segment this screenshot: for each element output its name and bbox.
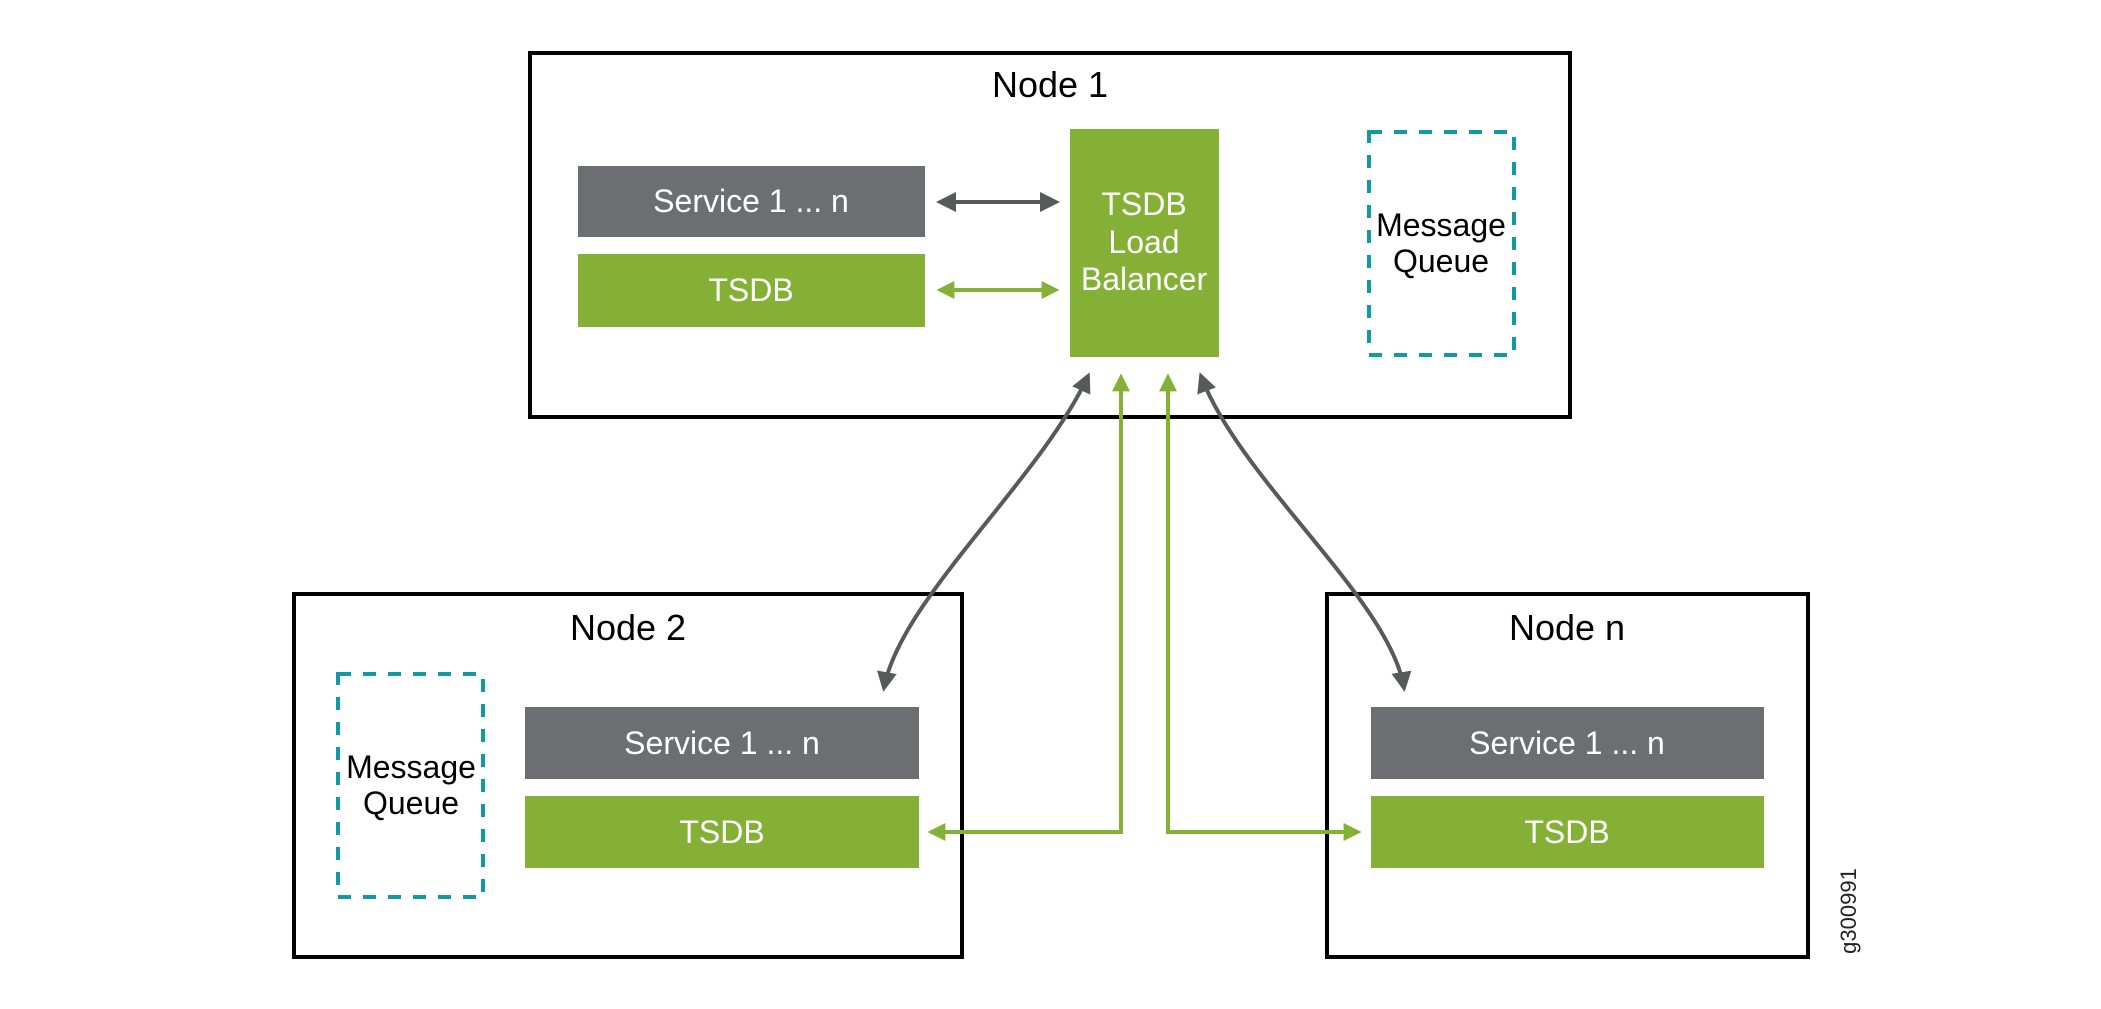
load-balancer-label-line-3: Balancer [1081, 261, 1208, 297]
node-1-title: Node 1 [992, 64, 1108, 105]
message-queue-label-line-1: Message [346, 749, 476, 785]
node-n: Node n Service 1 ... n TSDB [1325, 592, 1810, 959]
figure-id: g300991 [1836, 868, 1861, 954]
node-2-tsdb-box: TSDB [525, 796, 919, 868]
service-label: Service 1 ... n [1469, 725, 1665, 761]
message-queue-label-line-2: Queue [363, 785, 459, 821]
node-n-service-box: Service 1 ... n [1371, 707, 1764, 779]
tsdb-load-balancer: TSDB Load Balancer [1070, 129, 1219, 357]
tsdb-label: TSDB [708, 272, 793, 308]
load-balancer-label-line-1: TSDB [1101, 186, 1186, 222]
node-2-service-box: Service 1 ... n [525, 707, 919, 779]
service-label: Service 1 ... n [653, 183, 849, 219]
node-2: Node 2 Message Queue Service 1 ... n TSD… [292, 592, 964, 959]
tsdb-label: TSDB [679, 814, 764, 850]
service-label: Service 1 ... n [624, 725, 820, 761]
message-queue-label-line-1: Message [1376, 207, 1506, 243]
node-1: Node 1 Service 1 ... n TSDB TSDB Load Ba… [528, 51, 1572, 419]
load-balancer-label-line-2: Load [1108, 224, 1179, 260]
node-2-title: Node 2 [570, 607, 686, 648]
node-n-tsdb-box: TSDB [1371, 796, 1764, 868]
node-1-service-box: Service 1 ... n [578, 166, 925, 237]
message-queue-label-line-2: Queue [1393, 243, 1489, 279]
architecture-diagram: Node 1 Service 1 ... n TSDB TSDB Load Ba… [292, 51, 1861, 959]
node-n-title: Node n [1509, 607, 1625, 648]
node-1-tsdb-box: TSDB [578, 254, 925, 327]
tsdb-label: TSDB [1524, 814, 1609, 850]
